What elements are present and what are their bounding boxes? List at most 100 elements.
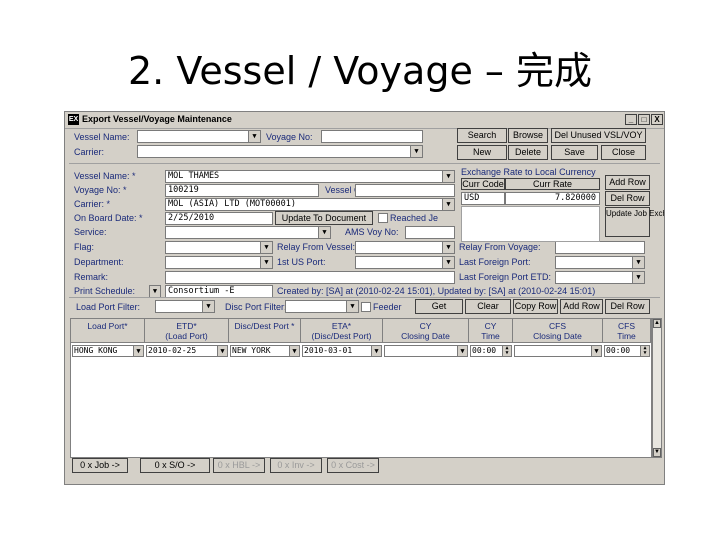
- col-cy-closing-date[interactable]: CY Closing Date: [383, 319, 469, 343]
- minimize-button[interactable]: _: [625, 114, 637, 125]
- close-button[interactable]: Close: [601, 145, 646, 160]
- load-port-filter-select[interactable]: ▼: [155, 300, 215, 313]
- chevron-down-icon[interactable]: ▼: [442, 171, 454, 182]
- curr-code-cell[interactable]: USD: [461, 192, 505, 205]
- col-cfs-closing-date[interactable]: CFS Closing Date: [513, 319, 603, 343]
- scroll-up-icon[interactable]: ▲: [653, 319, 661, 328]
- spinner-icon[interactable]: ▲ ▼: [502, 346, 511, 356]
- del-row-button[interactable]: Del Row: [605, 299, 650, 314]
- cost-button[interactable]: 0 x Cost ->: [327, 458, 379, 473]
- flag-select[interactable]: ▼: [165, 241, 273, 254]
- inv-button[interactable]: 0 x Inv ->: [270, 458, 322, 473]
- col-cfs-time[interactable]: CFS Time: [603, 319, 651, 343]
- feeder-checkbox[interactable]: [361, 302, 371, 312]
- reached-label: Reached Je: [390, 213, 439, 223]
- job-button[interactable]: 0 x Job ->: [72, 458, 128, 473]
- separator: [69, 297, 660, 298]
- chevron-down-icon[interactable]: ▼: [371, 346, 381, 356]
- spinner-icon[interactable]: ▲ ▼: [640, 346, 649, 356]
- cfs-time-value: 00:00: [606, 346, 631, 355]
- etd-value: 2010-02-25: [148, 346, 197, 355]
- vessel-code-input[interactable]: [355, 184, 455, 197]
- chevron-down-icon[interactable]: ▼: [289, 346, 299, 356]
- search-carrier-select[interactable]: ▼: [137, 145, 423, 158]
- chevron-down-icon[interactable]: ▼: [217, 346, 227, 356]
- cell-load-port[interactable]: HONG KONG ▼: [72, 345, 144, 357]
- relay-vessel-select[interactable]: ▼: [355, 241, 455, 254]
- get-button[interactable]: Get: [415, 299, 463, 314]
- scroll-down-icon[interactable]: ▼: [653, 448, 661, 457]
- chevron-down-icon[interactable]: ▼: [133, 346, 143, 356]
- chevron-down-icon[interactable]: ▼: [457, 346, 467, 356]
- chevron-down-icon[interactable]: ▼: [632, 257, 644, 268]
- cell-cy-date[interactable]: ▼: [384, 345, 468, 357]
- window-title: Export Vessel/Voyage Maintenance: [82, 114, 232, 124]
- remark-input[interactable]: [165, 271, 455, 284]
- search-button[interactable]: Search: [457, 128, 507, 143]
- cell-cfs-date[interactable]: ▼: [514, 345, 602, 357]
- load-port-value: HONG KONG: [74, 346, 118, 355]
- voyage-no-input[interactable]: 100219: [165, 184, 319, 197]
- ams-voy-input[interactable]: [405, 226, 455, 239]
- cell-eta[interactable]: 2010-03-01 ▼: [302, 345, 382, 357]
- search-vessel-name-select[interactable]: ▼: [137, 130, 261, 143]
- window-titlebar[interactable]: EX Export Vessel/Voyage Maintenance _ □ …: [65, 112, 664, 129]
- chevron-down-icon[interactable]: ▼: [260, 257, 272, 268]
- update-job-exchange-rate-button[interactable]: Update Job Exchange Rate: [605, 207, 664, 237]
- chevron-down-icon[interactable]: ▼: [591, 346, 601, 356]
- vessel-name-select[interactable]: MOL THAMES ▼: [165, 170, 455, 183]
- clear-button[interactable]: Clear: [465, 299, 511, 314]
- relay-voyage-label: Relay From Voyage:: [459, 242, 541, 252]
- update-to-document-button[interactable]: Update To Document: [275, 211, 373, 225]
- close-window-button[interactable]: X: [651, 114, 663, 125]
- copy-row-button[interactable]: Copy Row: [513, 299, 558, 314]
- grid-vertical-scrollbar[interactable]: ▲ ▼: [652, 318, 662, 458]
- disc-port-filter-select[interactable]: ▼: [285, 300, 359, 313]
- chevron-down-icon[interactable]: ▼: [260, 242, 272, 253]
- curr-code-header: Curr Code: [461, 178, 505, 190]
- col-disc-port[interactable]: Disc/Dest Port *: [229, 319, 301, 343]
- service-select[interactable]: ▼: [165, 226, 331, 239]
- delete-button[interactable]: Delete: [508, 145, 548, 160]
- carrier-select[interactable]: MOL (ASIA) LTD (MOT00001) ▼: [165, 198, 455, 211]
- chevron-down-icon[interactable]: ▼: [150, 286, 160, 297]
- curr-rate-header: Curr Rate: [505, 178, 600, 190]
- save-button[interactable]: Save: [551, 145, 598, 160]
- on-board-date-input[interactable]: 2/25/2010: [165, 212, 273, 225]
- chevron-down-icon[interactable]: ▼: [318, 227, 330, 238]
- reached-checkbox[interactable]: [378, 213, 388, 223]
- col-cy-time[interactable]: CY Time: [469, 319, 513, 343]
- cell-dest-port[interactable]: NEW YORK ▼: [230, 345, 300, 357]
- cell-cfs-time[interactable]: 00:00 ▲ ▼: [604, 345, 650, 357]
- chevron-down-icon[interactable]: ▼: [346, 301, 358, 312]
- add-row-button[interactable]: Add Row: [560, 299, 603, 314]
- chevron-down-icon[interactable]: ▼: [410, 146, 422, 157]
- exchange-del-row-button[interactable]: Del Row: [605, 191, 650, 206]
- first-us-port-select[interactable]: ▼: [355, 256, 455, 269]
- department-select[interactable]: ▼: [165, 256, 273, 269]
- col-etd[interactable]: ETD* (Load Port): [145, 319, 229, 343]
- relay-voyage-input[interactable]: [555, 241, 645, 254]
- chevron-down-icon[interactable]: ▼: [442, 242, 454, 253]
- new-button[interactable]: New: [457, 145, 507, 160]
- chevron-down-icon[interactable]: ▼: [632, 272, 644, 283]
- cell-etd[interactable]: 2010-02-25 ▼: [146, 345, 228, 357]
- last-foreign-port-select[interactable]: ▼: [555, 256, 645, 269]
- exchange-add-row-button[interactable]: Add Row: [605, 175, 650, 190]
- curr-rate-cell[interactable]: 7.820000: [505, 192, 600, 205]
- col-load-port[interactable]: Load Port*: [71, 319, 145, 343]
- cell-cy-time[interactable]: 00:00 ▲ ▼: [470, 345, 512, 357]
- maximize-button[interactable]: □: [638, 114, 650, 125]
- search-voyage-no-input[interactable]: [321, 130, 423, 143]
- last-foreign-etd-select[interactable]: ▼: [555, 271, 645, 284]
- chevron-down-icon[interactable]: ▼: [202, 301, 214, 312]
- so-button[interactable]: 0 x S/O ->: [140, 458, 210, 473]
- col-eta[interactable]: ETA* (Disc/Dest Port): [301, 319, 383, 343]
- hbl-button[interactable]: 0 x HBL ->: [213, 458, 265, 473]
- chevron-down-icon[interactable]: ▼: [442, 199, 454, 210]
- chevron-down-icon[interactable]: ▼: [248, 131, 260, 142]
- chevron-down-icon[interactable]: ▼: [442, 257, 454, 268]
- browse-button[interactable]: Browse: [508, 128, 548, 143]
- del-unused-button[interactable]: Del Unused VSL/VOY: [551, 128, 646, 143]
- cy-time-value: 00:00: [472, 346, 497, 355]
